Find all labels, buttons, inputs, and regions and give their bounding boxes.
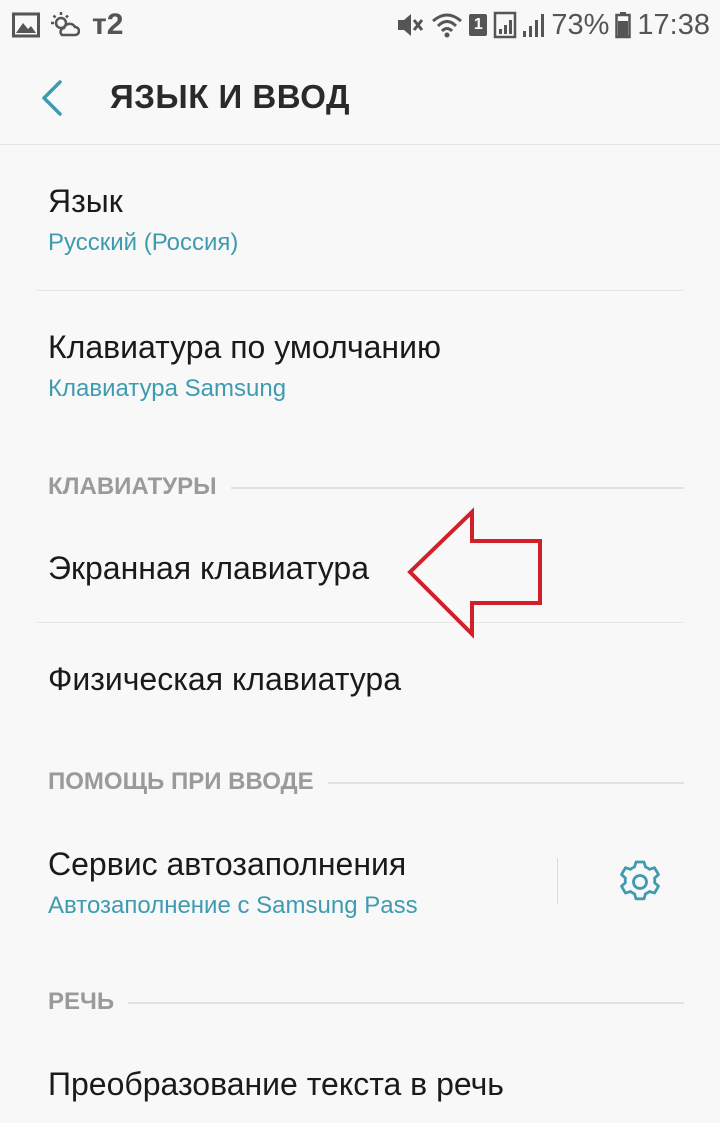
default-keyboard-title: Клавиатура по умолчанию [48,329,441,365]
section-rule [48,1002,684,1004]
section-speech-label: РЕЧЬ [48,987,129,1017]
app-bar: ЯЗЫК И ВВОД [0,52,720,145]
autofill-item[interactable]: Сервис автозаполнения Автозаполнение с S… [0,810,556,960]
vertical-separator [557,858,558,904]
autofill-subtitle: Автозаполнение с Samsung Pass [48,892,418,919]
annotation-arrow-icon [407,507,542,639]
section-input-assist-label: ПОМОЩЬ ПРИ ВВОДЕ [48,767,328,797]
gallery-icon [12,12,40,38]
sim-slot-badge: 1 [469,14,488,36]
section-speech: РЕЧЬ [48,987,684,1017]
default-keyboard-item[interactable]: Клавиатура по умолчанию Клавиатура Samsu… [0,291,720,436]
autofill-title: Сервис автозаполнения [48,846,407,882]
physical-keyboard-item[interactable]: Физическая клавиатура [0,623,720,743]
back-arrow-icon [42,80,62,116]
carrier-label: т2 [92,8,124,41]
page-title: ЯЗЫК И ВВОД [110,78,350,115]
onscreen-keyboard-item[interactable]: Экранная клавиатура [0,510,720,622]
tts-item[interactable]: Преобразование текста в речь [0,1030,720,1123]
language-subtitle: Русский (Россия) [48,229,239,256]
onscreen-keyboard-title: Экранная клавиатура [48,550,369,586]
battery-icon [615,12,632,39]
gear-icon [620,860,660,901]
back-button[interactable] [30,74,78,122]
battery-percent: 73% [551,9,610,41]
status-bar: т2 1 73% 17:38 [0,0,720,52]
autofill-settings-button[interactable] [614,856,666,908]
section-keyboards: КЛАВИАТУРЫ [48,472,684,502]
language-item[interactable]: Язык Русский (Россия) [0,145,720,290]
physical-keyboard-title: Физическая клавиатура [48,661,401,697]
section-keyboards-label: КЛАВИАТУРЫ [48,472,231,502]
mute-icon [398,14,424,36]
tts-title: Преобразование текста в речь [48,1066,504,1102]
signal-icon [494,11,545,39]
clock: 17:38 [637,9,710,41]
status-left: т2 [12,8,133,42]
status-right: 1 73% 17:38 [389,8,710,42]
section-input-assist: ПОМОЩЬ ПРИ ВВОДЕ [48,767,684,797]
weather-icon [51,12,80,37]
default-keyboard-subtitle: Клавиатура Samsung [48,375,287,402]
wifi-icon [432,13,463,38]
language-title: Язык [48,183,123,219]
